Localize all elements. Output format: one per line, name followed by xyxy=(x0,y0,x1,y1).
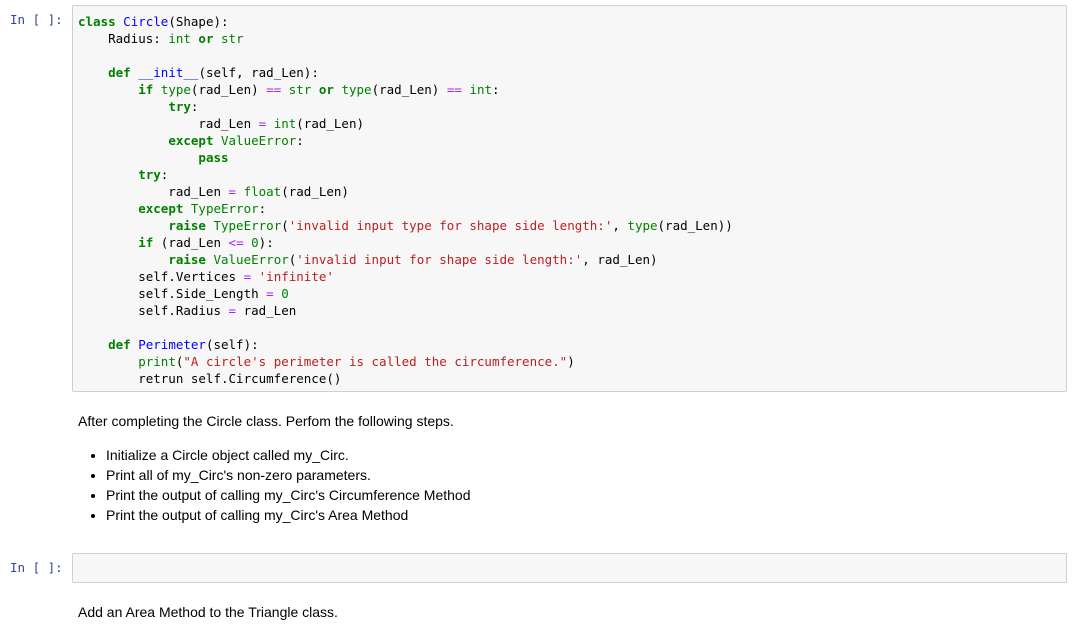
list-item: Print all of my_Circ's non-zero paramete… xyxy=(106,465,471,485)
list-item: Print the output of calling my_Circ's Ar… xyxy=(106,505,471,525)
code-editor[interactable]: class Circle(Shape): Radius: int or str … xyxy=(73,6,1066,387)
markdown-triangle-area: Add an Area Method to the Triangle class… xyxy=(78,603,338,621)
steps-list: Initialize a Circle object called my_Cir… xyxy=(78,445,471,525)
code-cell-empty[interactable] xyxy=(72,553,1067,583)
code-cell-circle-class[interactable]: class Circle(Shape): Radius: int or str … xyxy=(72,5,1067,392)
markdown-instructions: After completing the Circle class. Perfo… xyxy=(78,412,471,525)
cell-prompt: In [ ]: xyxy=(10,12,63,27)
list-item: Initialize a Circle object called my_Cir… xyxy=(106,445,471,465)
cell-prompt: In [ ]: xyxy=(10,560,63,575)
triangle-instruction-text: Add an Area Method to the Triangle class… xyxy=(78,604,338,620)
instructions-text: After completing the Circle class. Perfo… xyxy=(78,413,454,429)
list-item: Print the output of calling my_Circ's Ci… xyxy=(106,485,471,505)
